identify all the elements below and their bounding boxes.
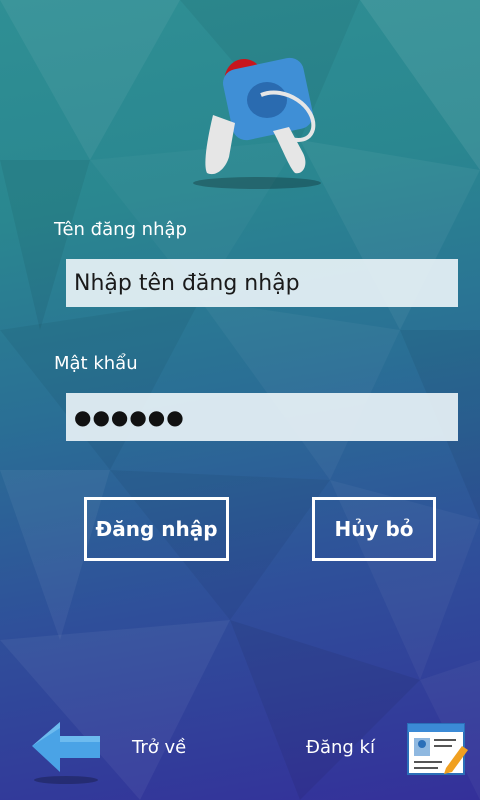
username-field[interactable]: Nhập tên đăng nhập bbox=[66, 259, 458, 307]
register-label[interactable]: Đăng kí bbox=[306, 737, 375, 758]
key-logo-icon bbox=[193, 57, 321, 189]
cancel-button[interactable]: Hủy bỏ bbox=[312, 497, 436, 561]
username-placeholder: Nhập tên đăng nhập bbox=[74, 270, 300, 296]
username-label: Tên đăng nhập bbox=[54, 219, 187, 240]
password-label: Mật khẩu bbox=[54, 353, 138, 374]
login-button[interactable]: Đăng nhập bbox=[84, 497, 229, 561]
password-field[interactable]: ●●●●●● bbox=[66, 393, 458, 441]
registration-form-icon[interactable] bbox=[402, 718, 470, 778]
password-masked-value: ●●●●●● bbox=[74, 405, 185, 429]
back-label[interactable]: Trở về bbox=[132, 737, 186, 758]
back-arrow-icon[interactable] bbox=[30, 718, 104, 784]
